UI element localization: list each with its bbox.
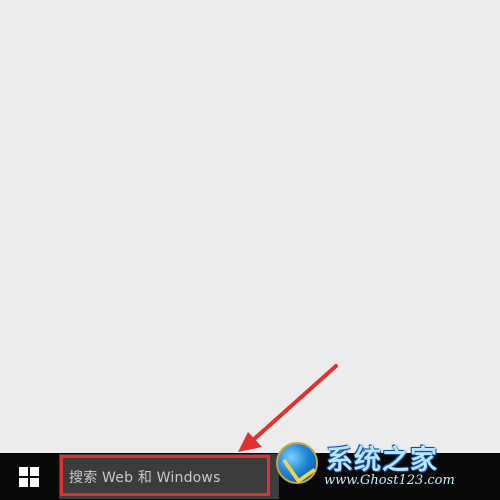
pointer-arrow xyxy=(238,364,338,452)
watermark-title: 系统之家 xyxy=(326,445,438,476)
watermark-logo-icon xyxy=(276,442,318,484)
watermark: 系统之家 www.Ghost123.com xyxy=(276,438,494,492)
screen: 搜索 Web 和 Windows 系统之家 www.Ghost123.com xyxy=(0,0,500,500)
watermark-url: www.Ghost123.com xyxy=(324,473,455,488)
